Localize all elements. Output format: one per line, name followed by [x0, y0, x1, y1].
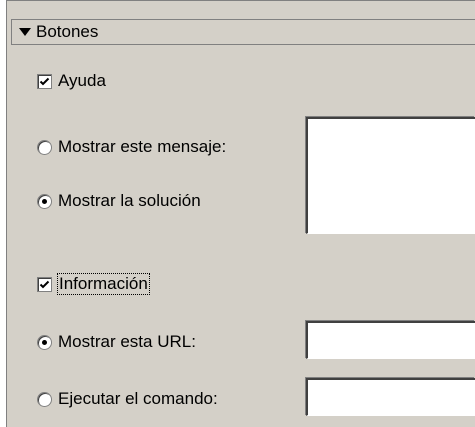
radio-show-solution-row[interactable]: Mostrar la solución: [37, 189, 201, 213]
radio-show-message[interactable]: [37, 139, 52, 155]
section-header-botones[interactable]: Botones: [11, 19, 475, 45]
radio-show-message-label: Mostrar este mensaje:: [58, 137, 227, 156]
checkmark-icon: [39, 77, 50, 85]
radio-show-url[interactable]: [37, 334, 52, 350]
help-checkbox[interactable]: [37, 73, 52, 89]
radio-run-command[interactable]: [37, 391, 52, 407]
section-title: Botones: [36, 22, 99, 41]
radio-dot-icon: [42, 198, 47, 204]
radio-show-solution-label: Mostrar la solución: [58, 191, 201, 210]
command-input[interactable]: [306, 378, 475, 416]
info-checkbox-row[interactable]: Información: [37, 272, 150, 296]
checkmark-icon: [39, 280, 50, 288]
radio-run-command-row[interactable]: Ejecutar el comando:: [37, 387, 218, 411]
radio-show-url-label: Mostrar esta URL:: [58, 332, 196, 351]
radio-show-solution[interactable]: [37, 193, 52, 209]
help-checkbox-label: Ayuda: [58, 71, 106, 90]
url-input[interactable]: [306, 321, 475, 359]
radio-show-message-row[interactable]: Mostrar este mensaje:: [37, 135, 226, 159]
info-checkbox[interactable]: [37, 276, 52, 292]
radio-run-command-label: Ejecutar el comando:: [58, 389, 218, 408]
radio-dot-icon: [42, 339, 47, 345]
triangle-down-icon[interactable]: [19, 28, 31, 36]
radio-show-url-row[interactable]: Mostrar esta URL:: [37, 330, 196, 354]
info-checkbox-label: Información: [57, 273, 150, 295]
message-textarea[interactable]: [306, 117, 475, 234]
help-checkbox-row[interactable]: Ayuda: [37, 69, 106, 93]
